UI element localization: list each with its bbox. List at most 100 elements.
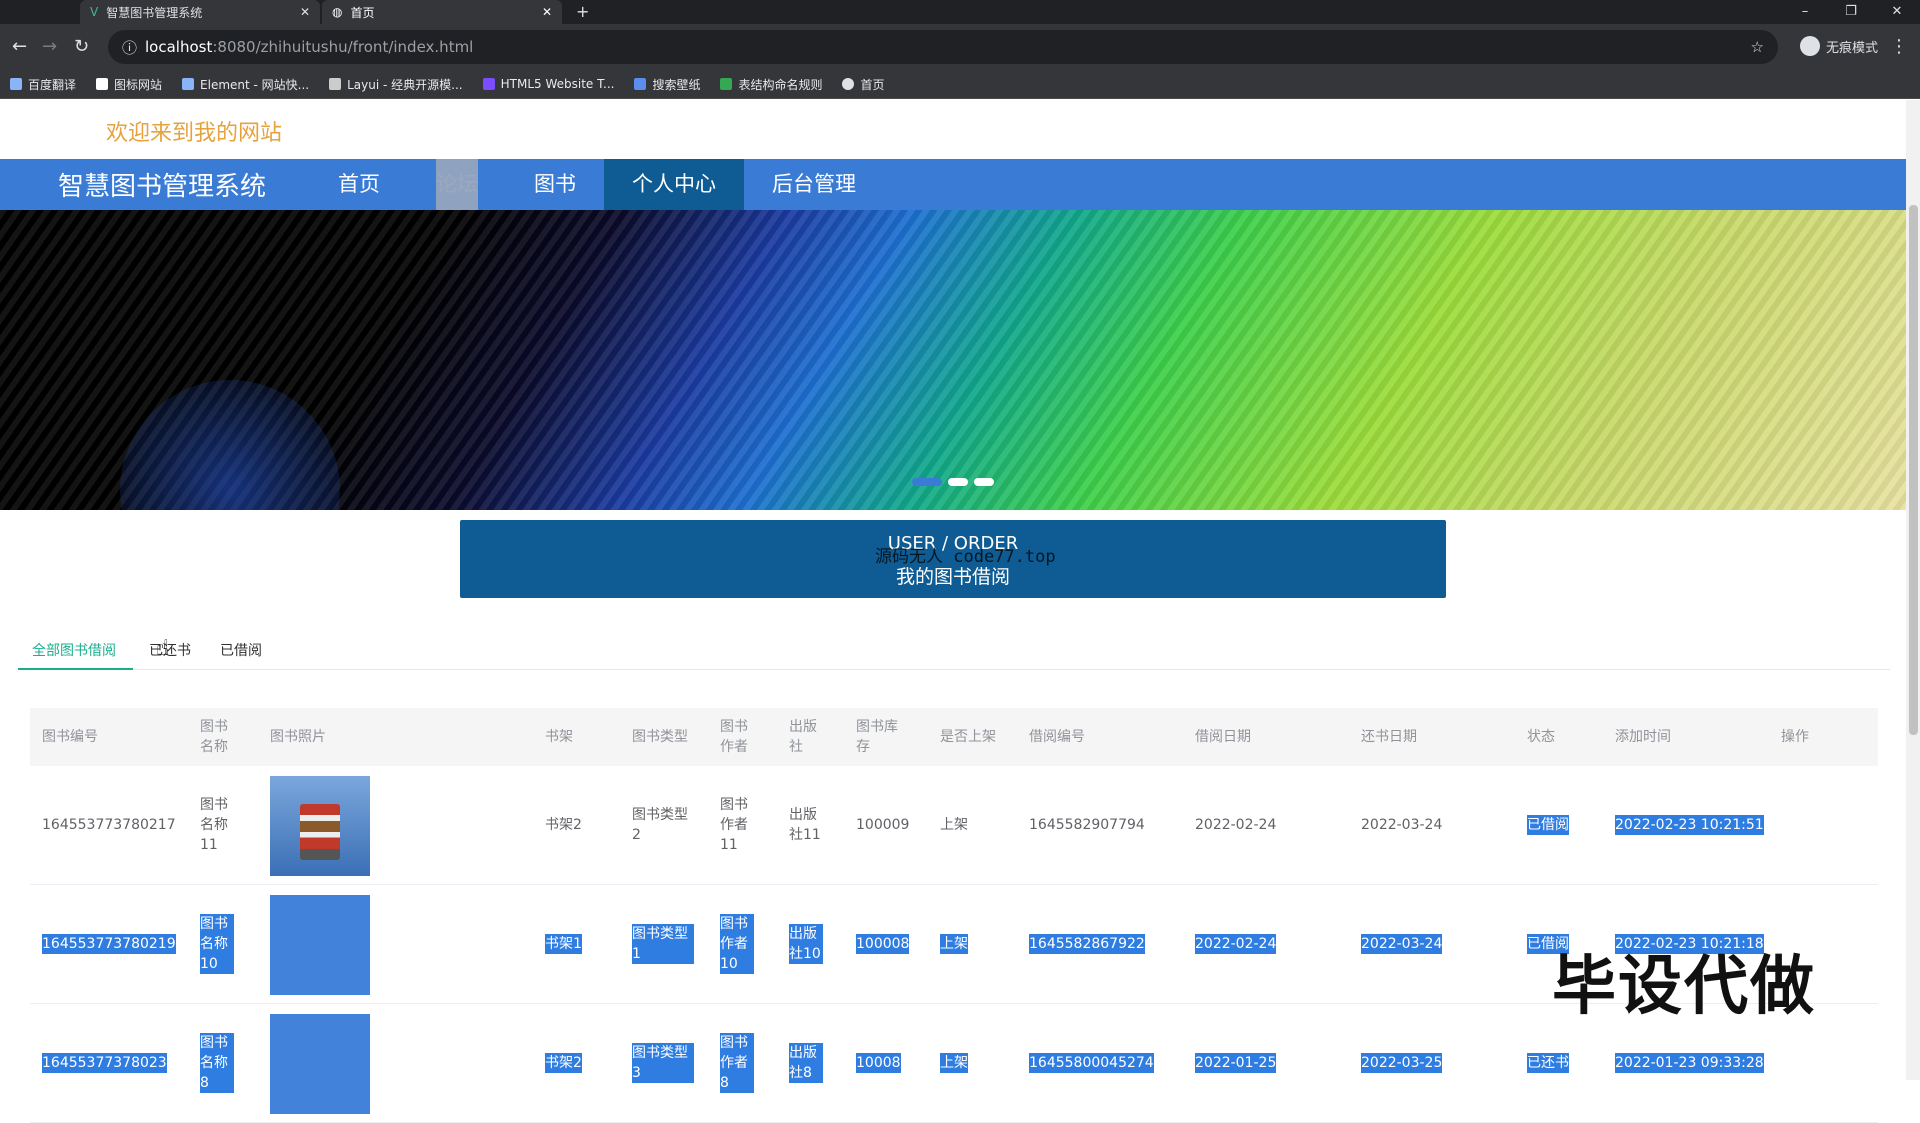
- forward-icon[interactable]: →: [42, 36, 57, 57]
- col-header: 图书库存: [856, 719, 898, 755]
- new-tab-button[interactable]: +: [576, 2, 589, 21]
- book-cover-image: [270, 895, 370, 995]
- bookmark-icon: [634, 78, 647, 90]
- hero-banner: [0, 210, 1906, 510]
- nav-admin[interactable]: 后台管理: [744, 159, 884, 210]
- book-shelf: 书架2: [545, 817, 582, 833]
- book-cover-image: [270, 1014, 370, 1114]
- table-header: 图书编号 图书名称 图书照片 书架 图书类型 图书作者 出版社 图书库存 是否上…: [30, 708, 1878, 766]
- reload-icon[interactable]: ↻: [74, 36, 89, 57]
- col-header: 图书类型: [632, 729, 688, 745]
- bookmark-item[interactable]: HTML5 Website T...: [482, 77, 614, 91]
- book-stock: 100008: [856, 934, 910, 954]
- scrollbar-thumb[interactable]: [1909, 205, 1918, 735]
- col-header: 还书日期: [1361, 729, 1417, 745]
- book-publisher: 出版社8: [789, 1043, 823, 1083]
- address-bar[interactable]: ⓘ localhost :8080/zhihuitushu/front/inde…: [108, 30, 1778, 64]
- main-navbar: 智慧图书管理系统 首页 论坛 图书 个人中心 后台管理: [0, 159, 1906, 210]
- bookmark-item[interactable]: 首页: [842, 76, 885, 93]
- borrow-date: 2022-01-25: [1195, 1053, 1277, 1073]
- tab-title: 智慧图书管理系统: [106, 5, 203, 20]
- book-name: 图书名称8: [200, 1033, 234, 1093]
- section-title-cn: 我的图书借阅: [895, 566, 1010, 588]
- browser-toolbar: ← → ↻ ⓘ localhost :8080/zhihuitushu/fron…: [0, 24, 1920, 70]
- col-header: 图书名称: [200, 719, 228, 755]
- col-header: 是否上架: [940, 729, 996, 745]
- status-badge: 已还书: [1527, 1053, 1569, 1073]
- book-shelf: 书架2: [545, 1053, 582, 1073]
- bookmark-icon: [482, 78, 495, 90]
- book-type: 图书类型2: [632, 807, 688, 843]
- col-header: 操作: [1781, 729, 1809, 745]
- books-stack-icon: [300, 804, 340, 860]
- bookmark-item[interactable]: 百度翻译: [10, 76, 76, 93]
- welcome-text: 欢迎来到我的网站: [106, 121, 283, 146]
- carousel-dot[interactable]: [974, 478, 994, 486]
- minimize-icon[interactable]: –: [1782, 0, 1828, 24]
- borrow-date: 2022-02-24: [1195, 934, 1277, 954]
- bookmark-icon: [182, 78, 195, 90]
- bookmark-item[interactable]: Element - 网站快...: [182, 76, 309, 93]
- menu-icon[interactable]: ⋮: [1890, 36, 1908, 57]
- globe-icon: ◍: [332, 5, 343, 19]
- table-row[interactable]: 164553773780217 图书名称11 书架2 图书类型2 图书作者11 …: [30, 766, 1878, 885]
- book-listed: 上架: [940, 1053, 968, 1073]
- site-brand: 智慧图书管理系统: [58, 172, 267, 202]
- url-host: localhost: [145, 38, 213, 56]
- return-date: 2022-03-24: [1361, 817, 1443, 833]
- close-window-icon[interactable]: ✕: [1874, 0, 1920, 24]
- carousel-indicators: [912, 478, 994, 486]
- back-icon[interactable]: ←: [12, 36, 27, 57]
- tab-all-borrows[interactable]: 全部图书借阅: [32, 640, 116, 660]
- col-header: 图书编号: [42, 729, 98, 745]
- col-header: 出版社: [789, 719, 817, 755]
- book-stock: 10008: [856, 1053, 901, 1073]
- browser-tab-active[interactable]: ◍ 首页 ✕: [322, 0, 562, 24]
- restore-icon[interactable]: ❐: [1828, 0, 1874, 24]
- nav-books[interactable]: 图书: [506, 159, 604, 210]
- nav-user-center[interactable]: 个人中心: [604, 159, 744, 210]
- tab-borrowed[interactable]: 已借阅: [220, 640, 262, 660]
- carousel-dot[interactable]: [948, 478, 968, 486]
- book-author: 图书作者11: [720, 797, 748, 853]
- borrow-tabs: 全部图书借阅 已还书 已借阅: [18, 630, 1890, 670]
- book-author: 图书作者10: [720, 914, 754, 974]
- status-badge: 已借阅: [1527, 815, 1569, 835]
- close-tab-icon[interactable]: ✕: [542, 5, 552, 19]
- bookmark-icon: [329, 78, 342, 90]
- carousel-dot-active[interactable]: [912, 478, 942, 486]
- url-path: :8080/zhihuitushu/front/index.html: [212, 38, 474, 56]
- book-type: 图书类型3: [632, 1043, 694, 1083]
- col-header: 图书作者: [720, 719, 748, 755]
- profile-label: 无痕模式: [1825, 40, 1878, 56]
- bookmark-icon: [720, 78, 733, 90]
- book-listed: 上架: [940, 934, 968, 954]
- book-id: 164553773780219: [42, 934, 176, 954]
- promo-watermark: 毕设代做: [1552, 950, 1816, 1024]
- book-publisher: 出版社10: [789, 924, 823, 964]
- book-listed: 上架: [940, 817, 968, 833]
- incognito-icon: [1799, 36, 1820, 56]
- book-type: 图书类型1: [632, 924, 694, 964]
- incognito-profile[interactable]: 无痕模式: [1799, 36, 1878, 56]
- book-shelf: 书架1: [545, 934, 582, 954]
- nav-home[interactable]: 首页: [310, 159, 408, 210]
- added-time: 2022-01-23 09:33:28: [1615, 1053, 1764, 1073]
- browser-tab[interactable]: V 智慧图书管理系统 ✕: [80, 0, 320, 24]
- bookmark-item[interactable]: Layui - 经典开源模...: [329, 76, 463, 93]
- nav-forum[interactable]: 论坛: [436, 159, 478, 210]
- bookmark-item[interactable]: 图标网站: [96, 76, 162, 93]
- bookmark-icon: [10, 78, 22, 90]
- borrow-number: 16455800045274: [1029, 1053, 1154, 1073]
- bookmarks-bar: 百度翻译 图标网站 Element - 网站快... Layui - 经典开源模…: [0, 70, 1920, 99]
- bookmark-star-icon[interactable]: ☆: [1751, 38, 1764, 56]
- bookmark-item[interactable]: 表结构命名规则: [720, 76, 822, 93]
- col-header: 借阅编号: [1029, 729, 1085, 745]
- section-title: USER / ORDER 源码无人 code77.top 我的图书借阅: [460, 520, 1446, 598]
- browser-tabstrip: V 智慧图书管理系统 ✕ ◍ 首页 ✕ + – ❐ ✕: [0, 0, 1920, 24]
- col-header: 图书照片: [270, 729, 326, 745]
- bookmark-item[interactable]: 搜索壁纸: [634, 76, 700, 93]
- return-date: 2022-03-25: [1361, 1053, 1443, 1073]
- book-name: 图书名称11: [200, 797, 228, 853]
- close-tab-icon[interactable]: ✕: [300, 5, 310, 19]
